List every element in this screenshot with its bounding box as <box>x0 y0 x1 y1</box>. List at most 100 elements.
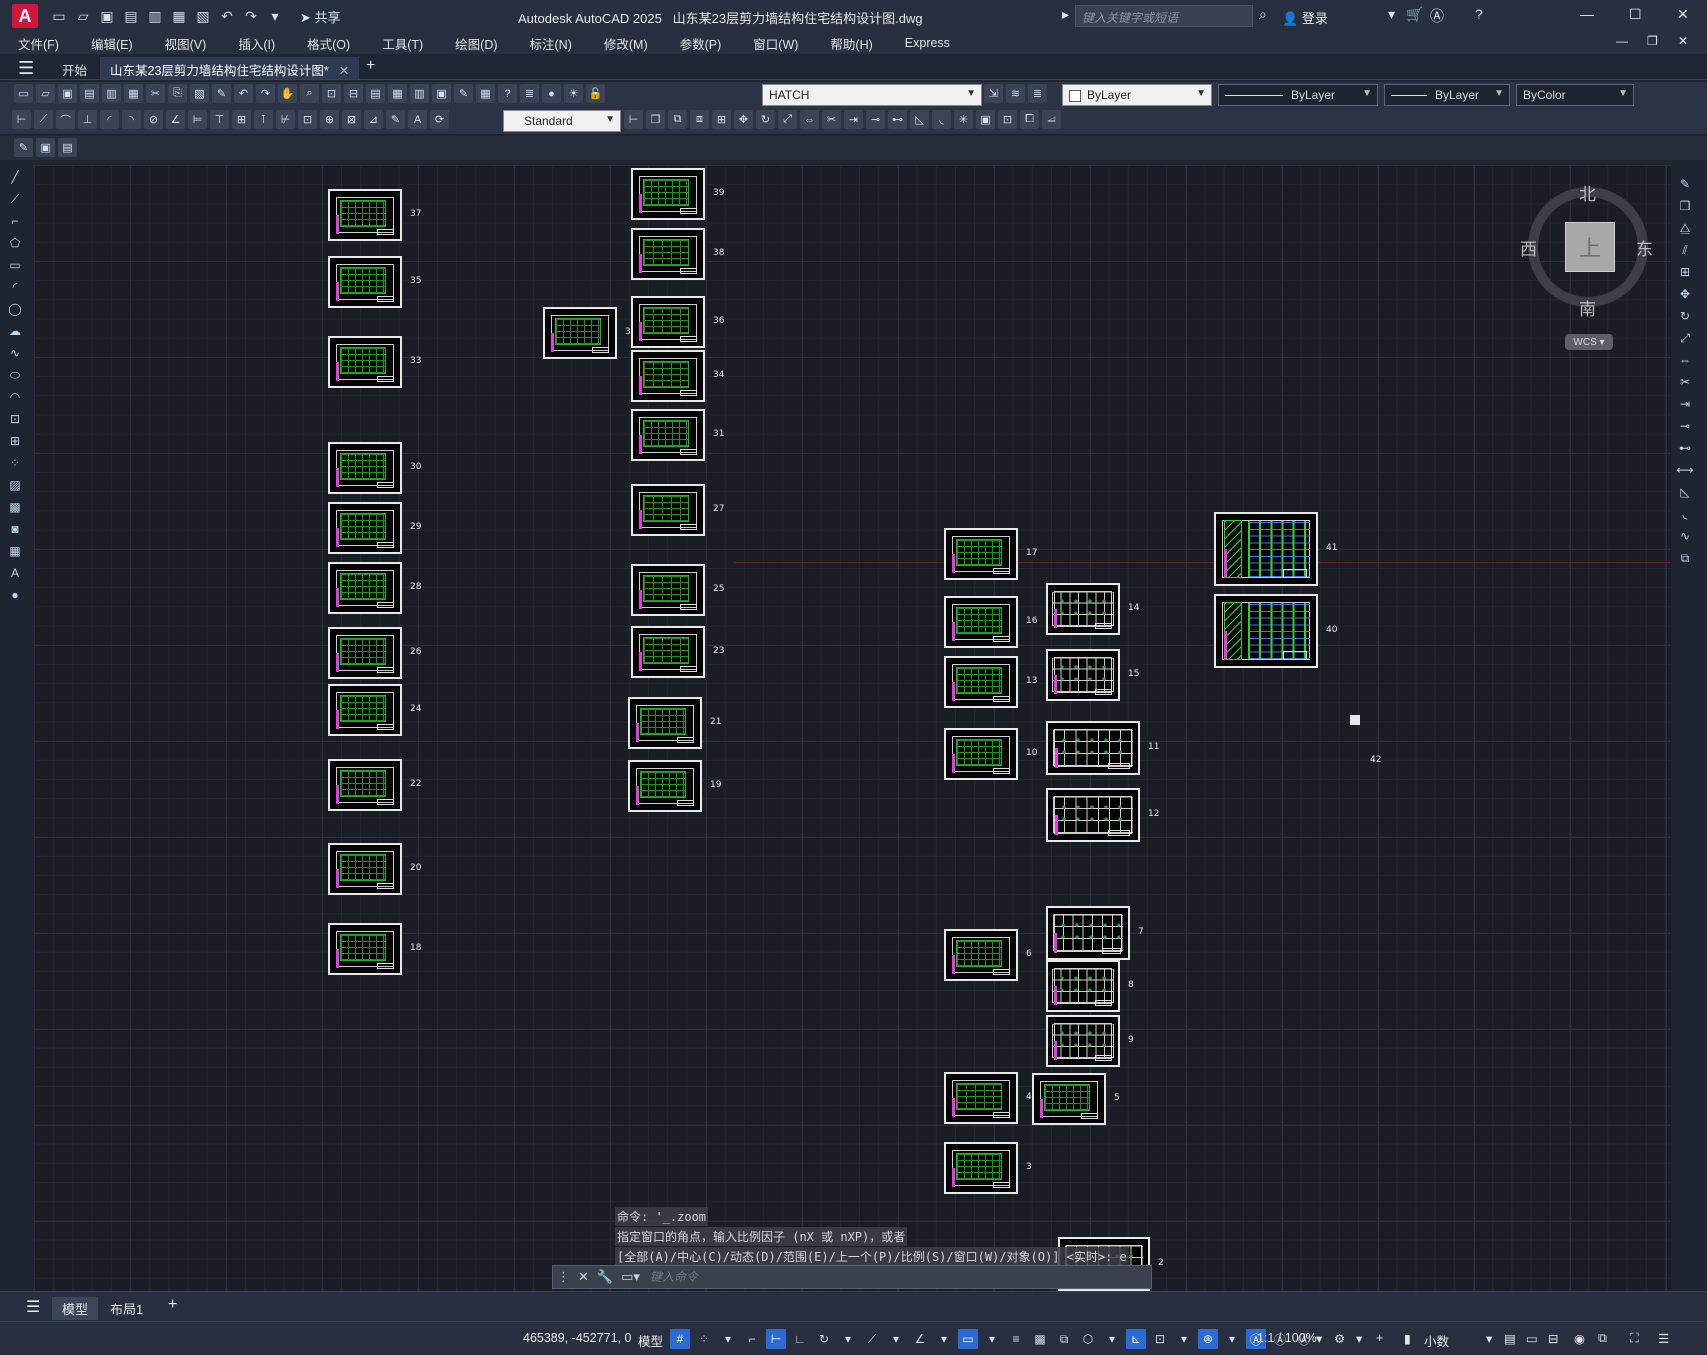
drawing-sheet[interactable] <box>944 728 1018 780</box>
save-as-icon[interactable]: ▤ <box>122 7 140 25</box>
drawing-sheet[interactable] <box>944 1072 1018 1124</box>
trim-icon[interactable]: ✂ <box>1676 373 1694 391</box>
extend-icon[interactable]: ⇥ <box>1676 395 1694 413</box>
doc-restore-icon[interactable]: ❐ <box>1647 34 1658 48</box>
chamfer-icon[interactable]: ◺ <box>910 110 929 129</box>
dim-update-icon[interactable]: ⟳ <box>430 110 449 129</box>
help-icon[interactable]: ? <box>498 84 517 103</box>
move-icon[interactable]: ✥ <box>734 110 753 129</box>
break-icon[interactable]: ⊷ <box>1676 439 1694 457</box>
array-icon[interactable]: ⊞ <box>712 110 731 129</box>
drawing-sheet[interactable] <box>944 656 1018 708</box>
drag-handle-icon[interactable]: ⋮ <box>557 1269 570 1285</box>
color-dropdown[interactable]: ByLayer ▼ <box>1062 84 1212 106</box>
3d-osnap-dropdown-icon[interactable]: ▾ <box>1102 1329 1122 1349</box>
units-icon[interactable]: ▮ <box>1404 1331 1411 1346</box>
save-block-icon[interactable]: ▣ <box>36 138 55 157</box>
infer-constraints-icon[interactable]: ⌐ <box>742 1329 762 1349</box>
object-snap-tracking-icon[interactable]: ∠ <box>910 1329 930 1349</box>
viewcube-top-face[interactable]: 上 <box>1565 222 1615 272</box>
snap-dropdown-icon[interactable]: ▾ <box>718 1329 738 1349</box>
aligned-dim-icon[interactable]: ⟋ <box>34 110 53 129</box>
zoom-realtime-icon[interactable]: ⌕ <box>300 84 319 103</box>
gradient-icon[interactable]: ▩ <box>6 498 24 516</box>
dynamic-input-icon[interactable]: ⊢ <box>766 1329 786 1349</box>
close-block-icon[interactable]: ▤ <box>58 138 77 157</box>
isodraft-icon[interactable]: ⟋ <box>862 1329 882 1349</box>
drawing-sheet[interactable] <box>328 336 402 388</box>
group-icon[interactable]: ⧠ <box>1020 110 1039 129</box>
inspect-icon[interactable]: ⊠ <box>342 110 361 129</box>
tolerance-icon[interactable]: ⊡ <box>298 110 317 129</box>
polar-dropdown-icon[interactable]: ▾ <box>838 1329 858 1349</box>
gizmo-dropdown-icon[interactable]: ▾ <box>1222 1329 1242 1349</box>
match-icon[interactable]: ✎ <box>212 84 231 103</box>
calculator-icon[interactable]: ▦ <box>476 84 495 103</box>
menu-modify[interactable]: 修改(M) <box>586 34 662 53</box>
jogged-linear-icon[interactable]: ⊿ <box>364 110 383 129</box>
lineweight-dropdown[interactable]: ByLayer ▼ <box>1384 84 1510 106</box>
diameter-icon[interactable]: ⊘ <box>144 110 163 129</box>
fillet-icon[interactable]: ◟ <box>932 110 951 129</box>
break-icon[interactable]: ⊬ <box>276 110 295 129</box>
new-file-icon[interactable]: ▭ <box>50 7 68 25</box>
ellipse-arc-icon[interactable]: ◠ <box>6 388 24 406</box>
drawing-sheet[interactable] <box>1046 906 1130 960</box>
clean-screen-icon[interactable]: ⧉ <box>1598 1331 1607 1346</box>
customize-wrench-icon[interactable]: 🔧 <box>597 1269 613 1285</box>
menu-format[interactable]: 格式(O) <box>289 34 364 53</box>
menu-tools[interactable]: 工具(T) <box>364 34 437 53</box>
layer-properties-icon[interactable]: ≣ <box>520 84 539 103</box>
qnew-icon[interactable]: ▭ <box>14 84 33 103</box>
dim-text-edit-icon[interactable]: A <box>408 110 427 129</box>
redo-icon[interactable]: ↷ <box>242 7 260 25</box>
drawing-sheet[interactable] <box>1046 960 1120 1012</box>
offset-icon[interactable]: ⫽ <box>1676 241 1694 259</box>
new-tab-icon[interactable]: + <box>356 57 385 79</box>
graphics-performance-icon[interactable]: ◉ <box>1574 1331 1585 1346</box>
mirror-icon[interactable]: ⧉ <box>668 110 687 129</box>
spline-icon[interactable]: ∿ <box>6 344 24 362</box>
transparency-icon[interactable]: ▩ <box>1030 1329 1050 1349</box>
drawing-sheet[interactable] <box>631 484 705 536</box>
mirror-icon[interactable]: ⧋ <box>1676 219 1694 237</box>
blend-icon[interactable]: ∿ <box>1676 527 1694 545</box>
lock-ui-icon[interactable]: ▭ <box>1526 1331 1538 1346</box>
trim-icon[interactable]: ✂ <box>822 110 841 129</box>
save-icon[interactable]: ▣ <box>98 7 116 25</box>
publish-icon[interactable]: ▦ <box>124 84 143 103</box>
erase-icon[interactable]: ✎ <box>1676 175 1694 193</box>
tab-close-icon[interactable]: ✕ <box>339 64 349 78</box>
gizmo-icon[interactable]: ⊛ <box>1198 1329 1218 1349</box>
rotate-icon[interactable]: ↻ <box>1676 307 1694 325</box>
login-dropdown-icon[interactable]: ▾ <box>1388 6 1395 23</box>
point-icon[interactable]: ⁘ <box>6 454 24 472</box>
rotate-icon[interactable]: ↻ <box>756 110 775 129</box>
drawing-sheet[interactable] <box>328 562 402 614</box>
make-block-icon[interactable]: ⊞ <box>6 432 24 450</box>
drawing-sheet[interactable] <box>944 596 1018 648</box>
menu-dimension[interactable]: 标注(N) <box>512 34 586 53</box>
autocad-logo-icon[interactable]: A <box>12 4 38 28</box>
drawing-sheet[interactable] <box>1046 721 1140 775</box>
pan-icon[interactable]: ✋ <box>278 84 297 103</box>
circle-icon[interactable]: ◯ <box>6 300 24 318</box>
xline-icon[interactable]: ⟋ <box>6 190 24 208</box>
menu-parametric[interactable]: 参数(P) <box>662 34 736 53</box>
grid-icon[interactable]: # <box>670 1329 690 1349</box>
minimize-icon[interactable]: — <box>1580 6 1594 22</box>
isolate-objects-icon[interactable]: ⊟ <box>1548 1331 1558 1346</box>
explode-icon[interactable]: ⧉ <box>1676 549 1694 567</box>
polar-icon[interactable]: ↻ <box>814 1329 834 1349</box>
viewcube-east[interactable]: 东 <box>1636 235 1653 260</box>
ellipse-icon[interactable]: ⬭ <box>6 366 24 384</box>
tab-start[interactable]: 开始 <box>52 57 97 79</box>
drawing-sheet[interactable] <box>944 528 1018 580</box>
table-icon[interactable]: ▦ <box>6 542 24 560</box>
drawing-sheet[interactable] <box>543 307 617 359</box>
layer-previous-icon[interactable]: ≋ <box>1006 84 1025 103</box>
drawing-sheet[interactable] <box>1214 512 1318 586</box>
tab-layout1[interactable]: 布局1 <box>100 1297 153 1320</box>
drawing-sheet[interactable] <box>631 626 705 678</box>
autodesk-a360-icon[interactable]: Ⓐ <box>1430 6 1444 26</box>
